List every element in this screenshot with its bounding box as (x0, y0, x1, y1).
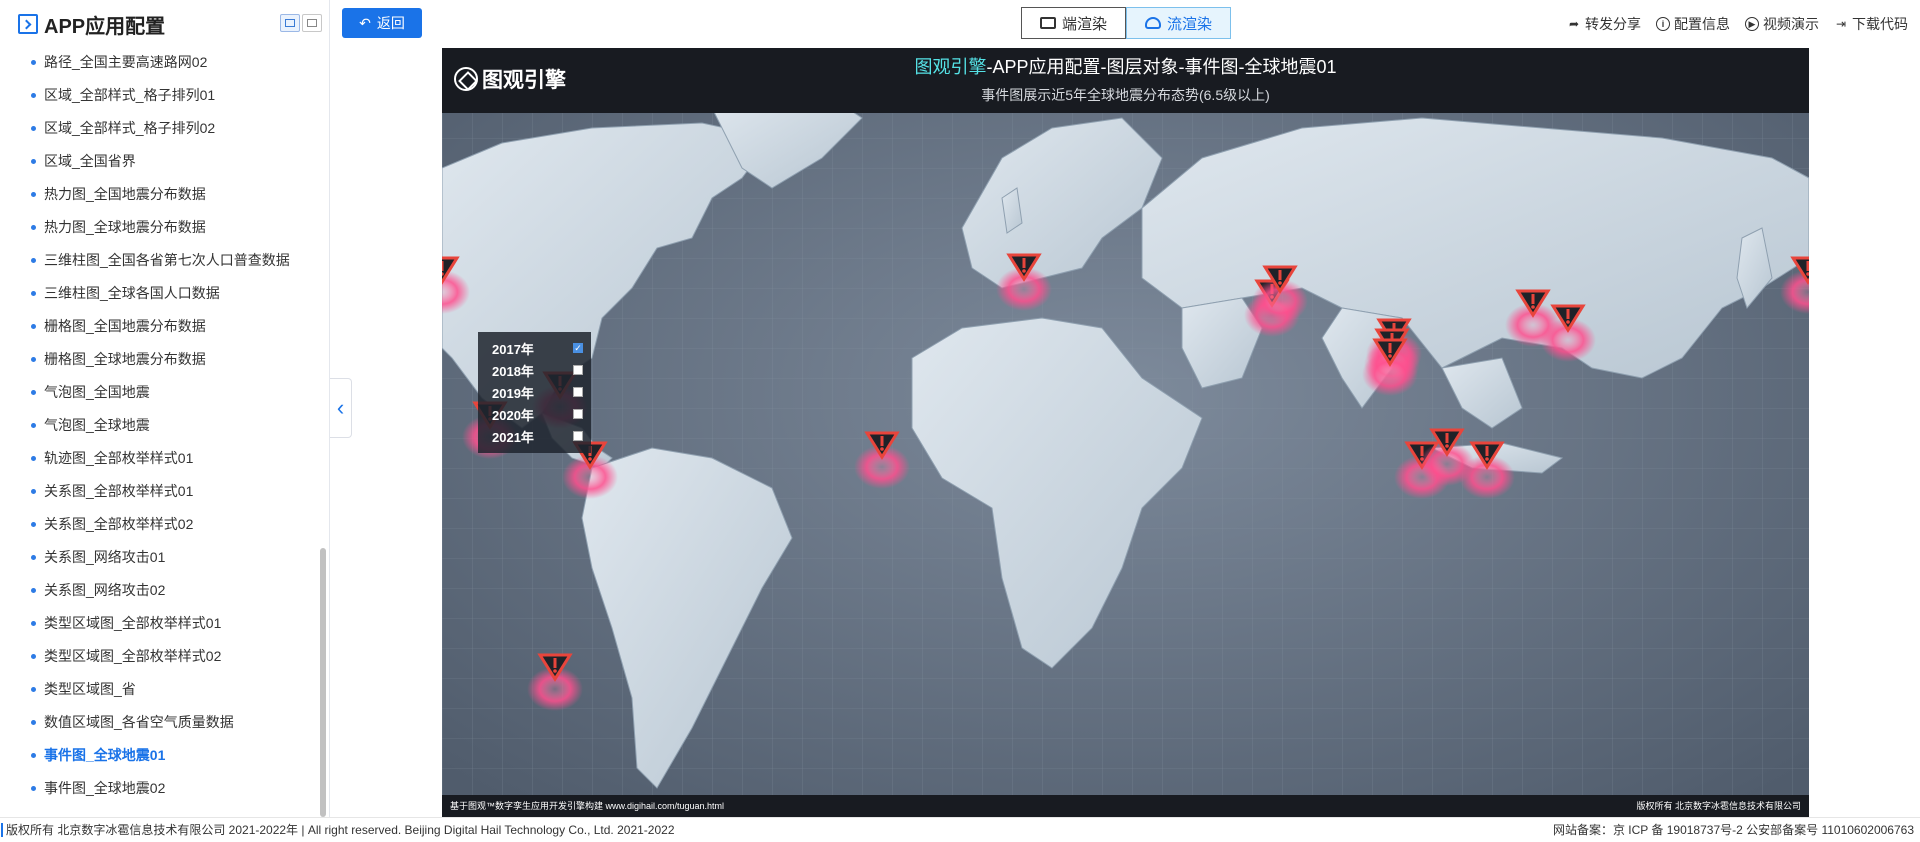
viewer-title: 图观引擎-APP应用配置-图层对象-事件图-全球地震01 (442, 53, 1809, 79)
client-render-label: 端渲染 (1061, 15, 1107, 33)
year-checkbox[interactable] (573, 365, 583, 375)
sidebar-scrollbar[interactable] (320, 548, 326, 817)
sidebar-item[interactable]: 类型区域图_全部枚举样式01 (0, 607, 318, 640)
year-row[interactable]: 2019年 (492, 381, 583, 403)
year-label: 2017年 (492, 341, 534, 357)
monitor-icon (1039, 17, 1056, 29)
sidebar-item[interactable]: 栅格图_全国地震分布数据 (0, 310, 318, 343)
video-demo-button[interactable]: ▶ 视频演示 (1745, 14, 1819, 34)
sidebar-item[interactable]: 三维柱图_全国各省第七次人口普查数据 (0, 244, 318, 277)
sidebar-item[interactable]: 事件图_全球地震01 (0, 739, 318, 772)
back-button[interactable]: ↶ 返回 (342, 8, 422, 38)
share-label: 转发分享 (1585, 16, 1641, 32)
sidebar-item[interactable]: 气泡图_全球地震 (0, 409, 318, 442)
sidebar-item[interactable]: 数值区域图_各省空气质量数据 (0, 706, 318, 739)
info-icon: i (1656, 17, 1670, 31)
sidebar-item[interactable]: 类型区域图_省 (0, 673, 318, 706)
year-label: 2018年 (492, 363, 534, 379)
year-row[interactable]: 2020年 (492, 403, 583, 425)
page-footer: 版权所有 北京数字冰雹信息技术有限公司 2021-2022年 | All rig… (0, 817, 1920, 841)
year-label: 2021年 (492, 429, 534, 445)
viewer-footer-left: 基于图观™数字孪生应用开发引擎构建 www.digihail.com/tugua… (450, 801, 725, 811)
client-render-button[interactable]: 端渲染 (1021, 7, 1126, 39)
sidebar: 路径_全国主要高速路网02 区域_全部样式_格子排列01 区域_全部样式_格子排列0… (0, 0, 330, 817)
sidebar-item[interactable]: 区域_全部样式_格子排列02 (0, 112, 318, 145)
top-actions: ➦ 转发分享 i 配置信息 ▶ 视频演示 ⇥ 下载代码 (1567, 14, 1908, 34)
sidebar-item[interactable]: 栅格图_全球地震分布数据 (0, 343, 318, 376)
sidebar-header: APP应用配置 (0, 0, 329, 48)
config-info-button[interactable]: i 配置信息 (1656, 14, 1730, 34)
collapse-sidebar-button[interactable]: ‹ (330, 378, 352, 438)
download-code-button[interactable]: ⇥ 下载代码 (1834, 14, 1908, 34)
sidebar-list: 路径_全国主要高速路网02 区域_全部样式_格子排列01 区域_全部样式_格子排列0… (0, 46, 318, 805)
sidebar-item[interactable]: 热力图_全国地震分布数据 (0, 178, 318, 211)
back-arrow-icon: ↶ (359, 14, 371, 31)
sidebar-item[interactable]: 气泡图_全国地震 (0, 376, 318, 409)
sidebar-title: APP应用配置 (44, 15, 166, 38)
sidebar-item[interactable]: 关系图_网络攻击01 (0, 541, 318, 574)
year-label: 2020年 (492, 407, 534, 423)
top-bar: ↶ 返回 端渲染 流渲染 ➦ 转发分享 i 配置信息 ▶ 视频演示 ⇥ 下载代码 (331, 0, 1920, 48)
export-icon: ⇥ (1835, 17, 1847, 31)
title-highlight: 图观引擎 (914, 57, 987, 77)
cloud-icon (1144, 17, 1161, 29)
chevron-left-icon: ‹ (336, 395, 345, 420)
sidebar-item[interactable]: 事件图_全球地震02 (0, 772, 318, 805)
share-button[interactable]: ➦ 转发分享 (1567, 14, 1641, 34)
year-row[interactable]: 2017年 ✓ (492, 337, 583, 359)
sidebar-item[interactable]: 区域_全国省界 (0, 145, 318, 178)
viewer-header: 图观引擎 图观引擎-APP应用配置-图层对象-事件图-全球地震01 事件图展示近… (442, 48, 1809, 113)
year-row[interactable]: 2021年 (492, 425, 583, 447)
year-checkbox[interactable] (573, 387, 583, 397)
stream-render-label: 流渲染 (1166, 15, 1212, 33)
viewer-subtitle: 事件图展示近5年全球地震分布态势(6.5级以上) (981, 87, 1270, 103)
year-filter-panel: 2017年 ✓ 2018年 2019年 2020年 2021年 (478, 332, 591, 453)
copyright-text: 版权所有 北京数字冰雹信息技术有限公司 2021-2022年 | All rig… (1, 818, 675, 842)
viewer-footer: 基于图观™数字孪生应用开发引擎构建 www.digihail.com/tugua… (442, 795, 1809, 817)
sidebar-item[interactable]: 关系图_全部枚举样式02 (0, 508, 318, 541)
sidebar-item[interactable]: 类型区域图_全部枚举样式02 (0, 640, 318, 673)
back-label: 返回 (376, 15, 405, 31)
title-rest: -APP应用配置-图层对象-事件图-全球地震01 (986, 57, 1337, 77)
sidebar-item[interactable]: 区域_全部样式_格子排列01 (0, 79, 318, 112)
sidebar-item[interactable]: 三维柱图_全球各国人口数据 (0, 277, 318, 310)
share-icon: ➦ (1568, 17, 1580, 31)
render-mode-toggle: 端渲染 流渲染 (1021, 7, 1231, 39)
world-map[interactable] (442, 48, 1809, 817)
year-checkbox[interactable] (573, 409, 583, 419)
year-checkbox[interactable] (573, 431, 583, 441)
sidebar-item[interactable]: 关系图_全部枚举样式01 (0, 475, 318, 508)
download-code-label: 下载代码 (1852, 16, 1908, 32)
sidebar-item[interactable]: 轨迹图_全部枚举样式01 (0, 442, 318, 475)
year-checkbox[interactable]: ✓ (573, 343, 583, 353)
image-view-icon[interactable] (302, 14, 322, 32)
sidebar-item[interactable]: 路径_全国主要高速路网02 (0, 46, 318, 79)
sidebar-item[interactable]: 热力图_全球地震分布数据 (0, 211, 318, 244)
map-viewport[interactable]: 图观引擎 图观引擎-APP应用配置-图层对象-事件图-全球地震01 事件图展示近… (442, 48, 1809, 817)
icp-record-text: 网站备案：京 ICP 备 19018737号-2 公安部备案号 11010602… (1552, 823, 1914, 837)
sidebar-item[interactable]: 关系图_网络攻击02 (0, 574, 318, 607)
list-view-icon[interactable] (280, 14, 300, 32)
stream-render-button[interactable]: 流渲染 (1126, 7, 1231, 39)
view-toggles (280, 14, 322, 32)
viewer-footer-right: 版权所有 北京数字冰雹信息技术有限公司 (1636, 801, 1801, 811)
video-demo-label: 视频演示 (1763, 16, 1819, 32)
config-info-label: 配置信息 (1674, 16, 1730, 32)
play-icon: ▶ (1745, 17, 1759, 31)
year-label: 2019年 (492, 385, 534, 401)
terminal-icon (18, 14, 38, 34)
year-row[interactable]: 2018年 (492, 359, 583, 381)
